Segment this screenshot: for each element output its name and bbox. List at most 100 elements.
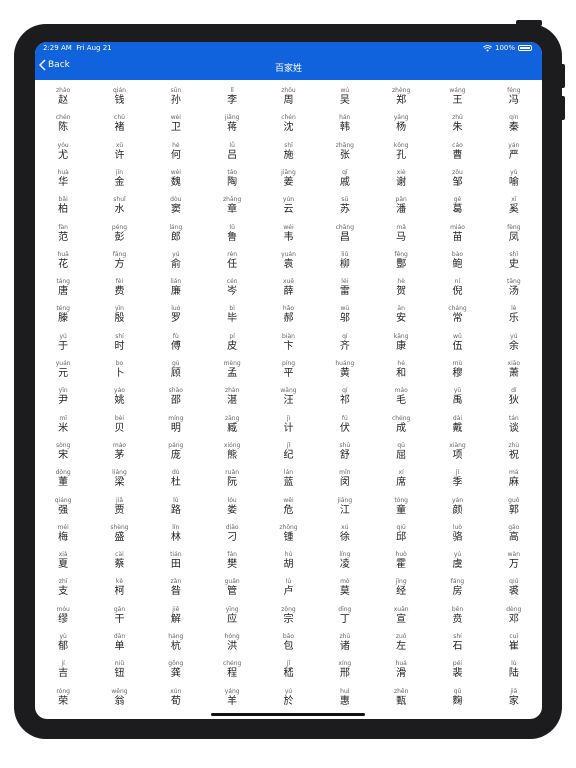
surname-cell[interactable]: lè 乐 [486, 305, 542, 325]
surname-cell[interactable]: yù 郁 [35, 633, 91, 653]
surname-cell[interactable]: ní 倪 [429, 278, 485, 298]
surname-cell[interactable]: fēng 酆 [373, 251, 429, 271]
surname-cell[interactable]: gōng 龚 [148, 660, 204, 680]
surname-cell[interactable]: luò 骆 [429, 524, 485, 544]
surname-cell[interactable]: biàn 卞 [260, 333, 316, 353]
surname-cell[interactable]: jì 计 [260, 415, 316, 435]
surname-cell[interactable]: wéi 韦 [260, 224, 316, 244]
surname-cell[interactable]: zǎn 昝 [148, 578, 204, 598]
surname-cell[interactable]: zhēn 甄 [373, 688, 429, 708]
surname-cell[interactable]: dīng 丁 [317, 606, 373, 626]
surname-cell[interactable]: hóng 洪 [204, 633, 260, 653]
surname-cell[interactable]: fú 伏 [317, 415, 373, 435]
surname-cell[interactable]: guǎn 管 [204, 578, 260, 598]
surname-cell[interactable]: kē 柯 [91, 578, 147, 598]
surname-cell[interactable]: yún 云 [260, 196, 316, 216]
surname-cell[interactable]: bo 卜 [91, 360, 147, 380]
surname-cell[interactable]: zhào 赵 [35, 87, 91, 107]
surname-cell[interactable]: hán 韩 [317, 114, 373, 134]
surname-cell[interactable]: bǎi 柏 [35, 196, 91, 216]
surname-cell[interactable]: gù 顾 [148, 360, 204, 380]
surname-cell[interactable]: jī 嵇 [260, 660, 316, 680]
surname-cell[interactable]: yù 喻 [486, 169, 542, 189]
surname-cell[interactable]: cuī 崔 [486, 633, 542, 653]
surname-cell[interactable]: gě 葛 [429, 196, 485, 216]
surname-cell[interactable]: qiū 邱 [373, 524, 429, 544]
surname-cell[interactable]: xióng 熊 [204, 442, 260, 462]
surname-cell[interactable]: jǐ 纪 [260, 442, 316, 462]
surname-cell[interactable]: fàn 范 [35, 224, 91, 244]
surname-cell[interactable]: líng 凌 [317, 551, 373, 571]
surname-cell[interactable]: kāng 康 [373, 333, 429, 353]
surname-cell[interactable]: tián 田 [148, 551, 204, 571]
surname-cell[interactable]: shǐ 史 [486, 251, 542, 271]
surname-cell[interactable]: huáng 黄 [317, 360, 373, 380]
surname-cell[interactable]: wū 邬 [317, 305, 373, 325]
surname-cell[interactable]: rèn 任 [204, 251, 260, 271]
surname-cell[interactable]: pí 皮 [204, 333, 260, 353]
surname-cell[interactable]: bì 毕 [204, 305, 260, 325]
surname-cell[interactable]: zhōu 周 [260, 87, 316, 107]
surname-cell[interactable]: chén 陈 [35, 114, 91, 134]
surname-cell[interactable]: qī 戚 [317, 169, 373, 189]
surname-cell[interactable]: wú 吴 [317, 87, 373, 107]
surname-cell[interactable]: zhāng 张 [317, 142, 373, 162]
surname-cell[interactable]: wàn 万 [486, 551, 542, 571]
surname-cell[interactable]: pān 潘 [373, 196, 429, 216]
surname-cell[interactable]: bāo 包 [260, 633, 316, 653]
surname-cell[interactable]: sū 苏 [317, 196, 373, 216]
surname-cell[interactable]: bào 鲍 [429, 251, 485, 271]
surname-cell[interactable]: jiā 家 [486, 688, 542, 708]
surname-cell[interactable]: páng 庞 [148, 442, 204, 462]
surname-cell[interactable]: láng 郎 [148, 224, 204, 244]
surname-cell[interactable]: hé 和 [373, 360, 429, 380]
surname-cell[interactable]: fán 樊 [204, 551, 260, 571]
surname-cell[interactable]: fáng 房 [429, 578, 485, 598]
surname-cell[interactable]: yáng 羊 [204, 688, 260, 708]
surname-cell[interactable]: hǎo 郝 [260, 305, 316, 325]
surname-cell[interactable]: táo 陶 [204, 169, 260, 189]
surname-cell[interactable]: mò 莫 [317, 578, 373, 598]
surname-cell[interactable]: fù 傅 [148, 333, 204, 353]
surname-cell[interactable]: lú 卢 [260, 578, 316, 598]
surname-cell[interactable]: xún 荀 [148, 688, 204, 708]
surname-cell[interactable]: jiě 解 [148, 606, 204, 626]
surname-cell[interactable]: qū 麴 [429, 688, 485, 708]
surname-cell[interactable]: zhāng 章 [204, 196, 260, 216]
surname-cell[interactable]: wèi 卫 [148, 114, 204, 134]
surname-cell[interactable]: yīn 殷 [91, 305, 147, 325]
surname-cell[interactable]: xú 徐 [317, 524, 373, 544]
surname-cell[interactable]: xià 夏 [35, 551, 91, 571]
surname-cell[interactable]: huì 惠 [317, 688, 373, 708]
surname-cell[interactable]: wèi 魏 [148, 169, 204, 189]
surname-cell[interactable]: jiǎ 贾 [91, 497, 147, 517]
surname-cell[interactable]: zōng 宗 [260, 606, 316, 626]
surname-cell[interactable]: shī 施 [260, 142, 316, 162]
surname-cell[interactable]: chén 沈 [260, 114, 316, 134]
surname-cell[interactable]: dài 戴 [429, 415, 485, 435]
surname-cell[interactable]: cài 蔡 [91, 551, 147, 571]
surname-cell[interactable]: dān 单 [91, 633, 147, 653]
surname-cell[interactable]: cáo 曹 [429, 142, 485, 162]
surname-cell[interactable]: xǔ 许 [91, 142, 147, 162]
home-indicator[interactable] [211, 713, 365, 716]
surname-cell[interactable]: cén 岑 [204, 278, 260, 298]
surname-cell[interactable]: wēng 翁 [91, 688, 147, 708]
surname-cell[interactable]: chǔ 褚 [91, 114, 147, 134]
surname-cell[interactable]: tán 谈 [486, 415, 542, 435]
surname-cell[interactable]: zuǒ 左 [373, 633, 429, 653]
surname-cell[interactable]: lù 陆 [486, 660, 542, 680]
surname-cell[interactable]: xí 席 [373, 469, 429, 489]
surname-cell[interactable]: qū 屈 [373, 442, 429, 462]
surname-cell[interactable]: jí 吉 [35, 660, 91, 680]
surname-cell[interactable]: hé 何 [148, 142, 204, 162]
surname-cell[interactable]: yú 虞 [429, 551, 485, 571]
surname-cell[interactable]: lù 路 [148, 497, 204, 517]
surname-cell[interactable]: huá 滑 [373, 660, 429, 680]
surname-cell[interactable]: jīn 金 [91, 169, 147, 189]
surname-cell[interactable]: luó 罗 [148, 305, 204, 325]
surname-cell[interactable]: yú 俞 [148, 251, 204, 271]
surname-cell[interactable]: ān 安 [373, 305, 429, 325]
surname-cell[interactable]: zhū 朱 [429, 114, 485, 134]
surname-cell[interactable]: dòu 窦 [148, 196, 204, 216]
